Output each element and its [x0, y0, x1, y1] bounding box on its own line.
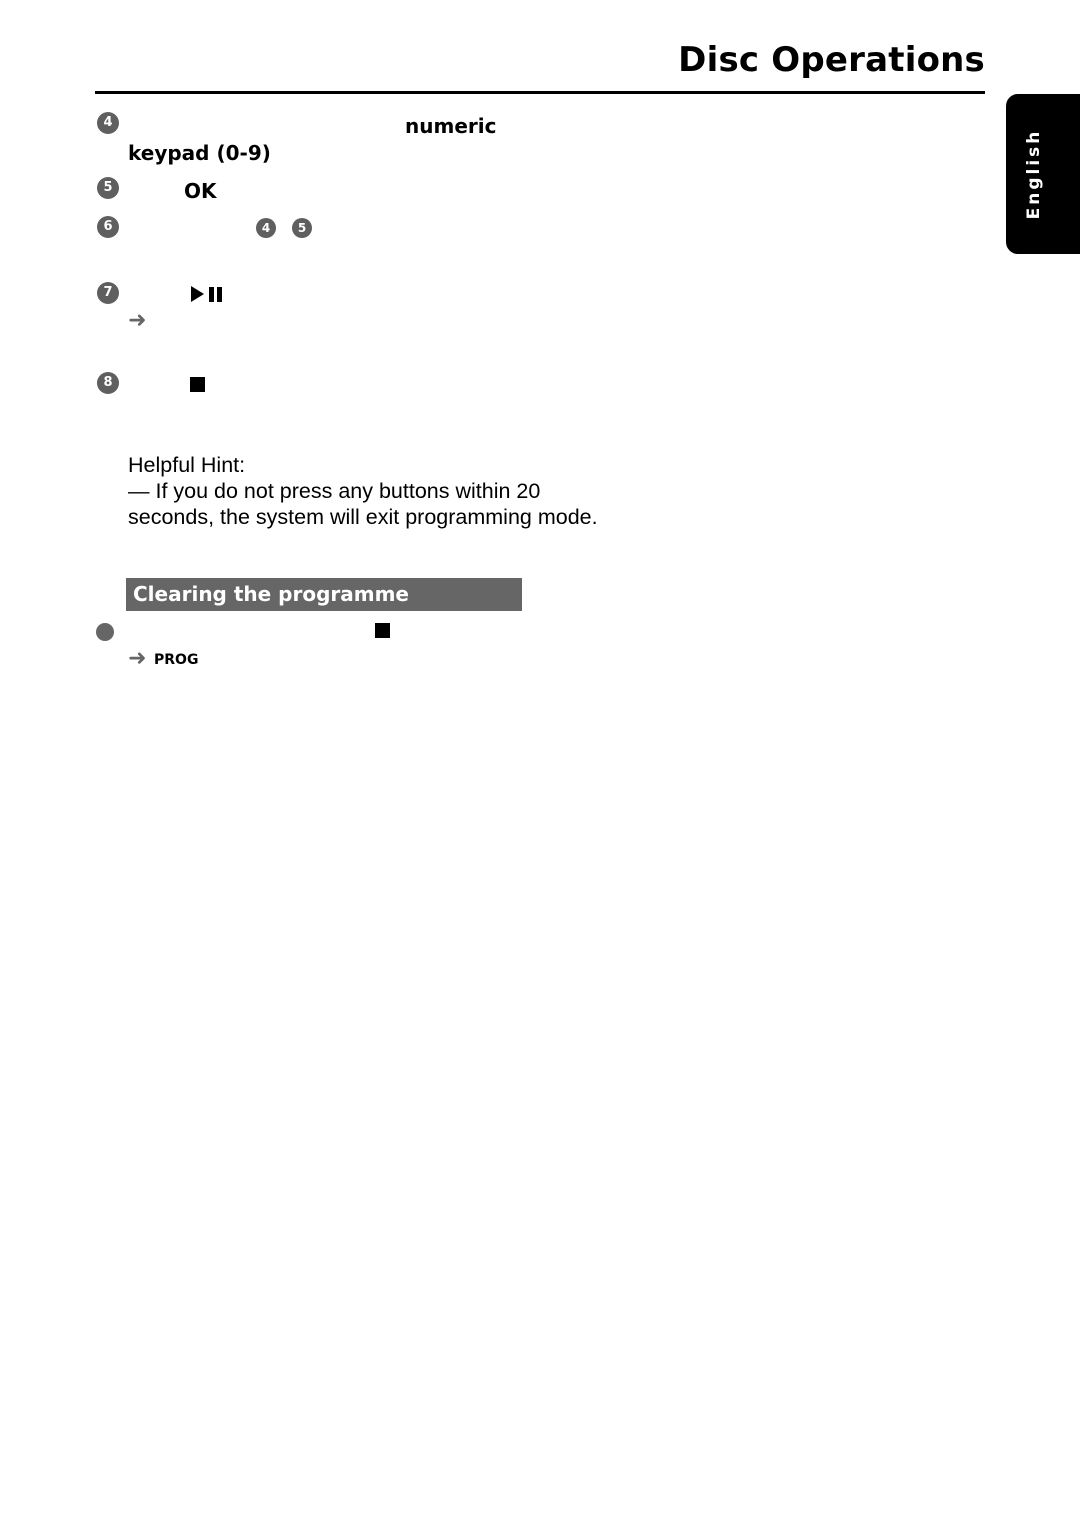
result-arrow-icon: ➜ — [128, 646, 147, 671]
step-number-4: 4 — [97, 112, 119, 134]
stop-icon — [190, 377, 205, 392]
prog-indicator: PROG — [154, 652, 199, 668]
step-ref-4: 4 — [256, 218, 276, 238]
step-number-8: 8 — [97, 372, 119, 394]
hint-title: Helpful Hint: — [128, 453, 246, 477]
hint-body: — If you do not press any buttons within… — [128, 479, 598, 529]
step-4-key-keypad: keypad (0-9) — [128, 141, 271, 165]
result-arrow-icon: ➜ — [128, 308, 147, 333]
step-4-key-numeric: numeric — [405, 114, 497, 138]
section-heading-clearing: Clearing the programme — [126, 578, 522, 611]
step-number-5: 5 — [97, 177, 119, 199]
pause-bars-icon — [209, 286, 222, 302]
step-number-7: 7 — [97, 282, 119, 304]
step-5-key-ok: OK — [184, 179, 217, 203]
language-tab: English — [1006, 94, 1080, 254]
header-rule — [95, 91, 985, 94]
step-ref-5: 5 — [292, 218, 312, 238]
page-title: Disc Operations — [678, 40, 985, 80]
play-triangle-icon — [191, 286, 204, 302]
play-pause-icon — [191, 286, 222, 302]
stop-icon — [375, 623, 390, 638]
helpful-hint: Helpful Hint: — If you do not press any … — [128, 452, 598, 530]
bullet-icon — [96, 623, 114, 641]
step-number-6: 6 — [97, 216, 119, 238]
language-tab-label: English — [1024, 128, 1044, 220]
